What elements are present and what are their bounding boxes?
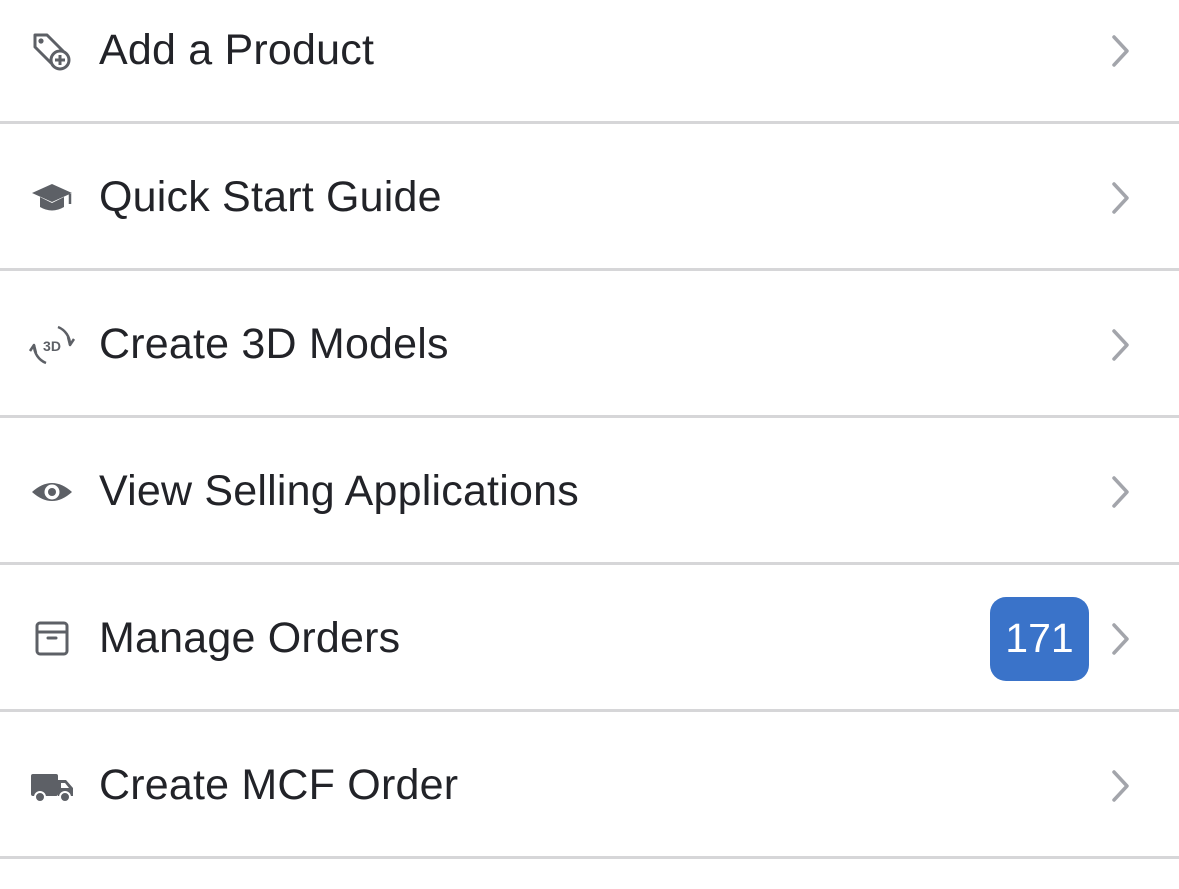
- truck-icon: [28, 762, 76, 810]
- menu-item-add-product[interactable]: Add a Product: [0, 0, 1179, 124]
- menu-item-manage-orders[interactable]: Manage Orders 171: [0, 565, 1179, 712]
- menu-item-label: View Selling Applications: [99, 467, 579, 515]
- svg-text:3D: 3D: [43, 338, 61, 354]
- eye-icon: [28, 468, 76, 516]
- orders-count-badge: 171: [990, 596, 1089, 681]
- archive-box-icon: [28, 615, 76, 663]
- graduation-cap-icon: [28, 174, 76, 222]
- menu-item-label: Add a Product: [99, 26, 375, 74]
- menu-list: Add a Product Quick Start Guide 3D Creat…: [0, 0, 1179, 889]
- 3d-rotate-icon: 3D: [28, 321, 76, 369]
- menu-item-create-mcf-order[interactable]: Create MCF Order: [0, 712, 1179, 859]
- menu-item-label: Create MCF Order: [99, 761, 459, 809]
- menu-item-label: Quick Start Guide: [99, 173, 442, 221]
- tag-plus-icon: [28, 27, 76, 75]
- chevron-right-icon: [1112, 181, 1129, 214]
- menu-item-label: Create 3D Models: [99, 320, 449, 368]
- chevron-right-icon: [1112, 475, 1129, 508]
- menu-item-quick-start-guide[interactable]: Quick Start Guide: [0, 124, 1179, 271]
- menu-item-create-3d-models[interactable]: 3D Create 3D Models: [0, 271, 1179, 418]
- menu-item-view-selling-applications[interactable]: View Selling Applications: [0, 418, 1179, 565]
- chevron-right-icon: [1112, 622, 1129, 655]
- chevron-right-icon: [1112, 769, 1129, 802]
- chevron-right-icon: [1112, 328, 1129, 361]
- chevron-right-icon: [1112, 34, 1129, 67]
- menu-item-label: Manage Orders: [99, 614, 401, 662]
- divider: [0, 856, 1179, 859]
